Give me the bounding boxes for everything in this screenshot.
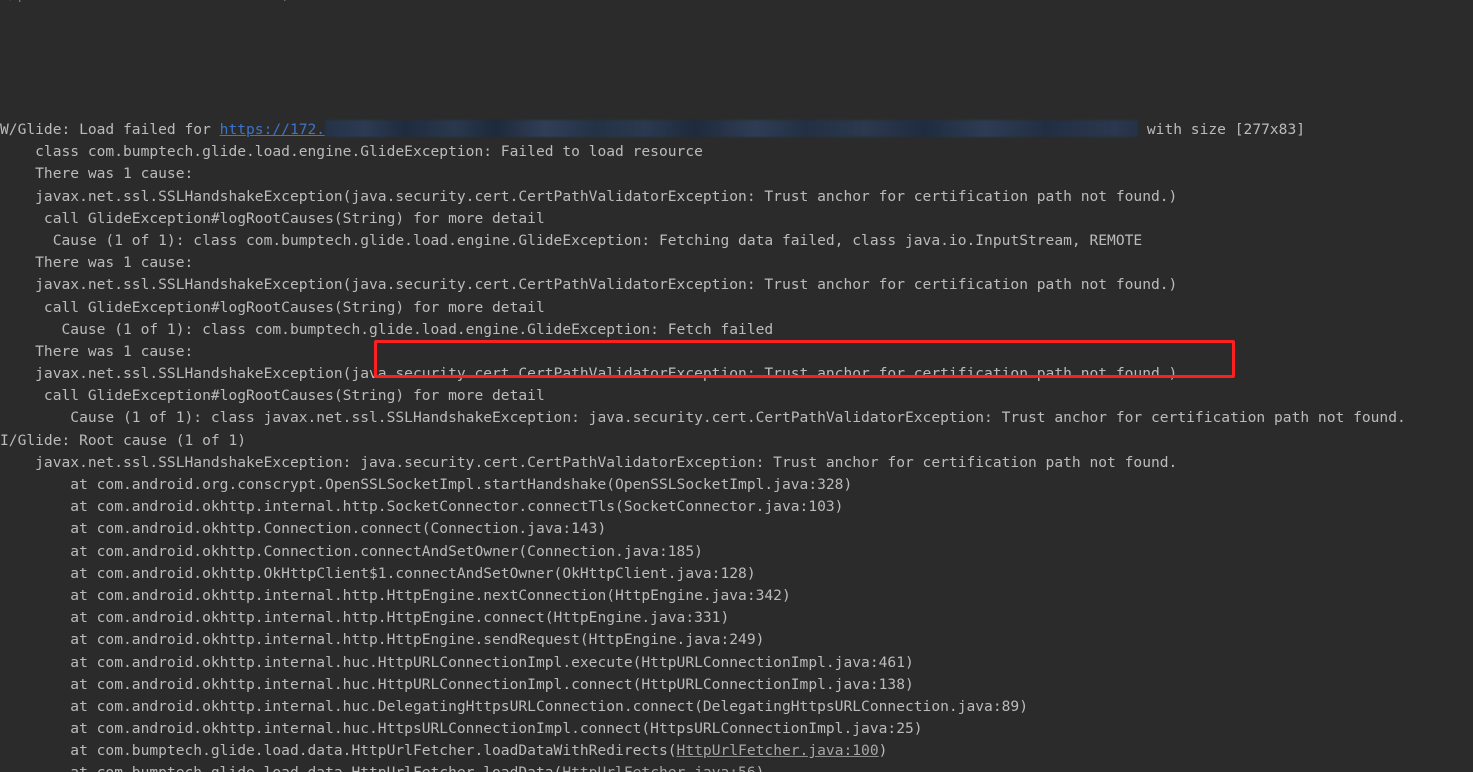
log-line: javax.net.ssl.SSLHandshakeException: jav… bbox=[0, 452, 1473, 474]
log-line-text: javax.net.ssl.SSLHandshakeException(java… bbox=[0, 276, 1178, 294]
log-line: There was 1 cause: bbox=[0, 341, 1473, 363]
log-line: at com.android.okhttp.internal.huc.Deleg… bbox=[0, 696, 1473, 718]
log-line-text: at com.bumptech.glide.load.data.HttpUrlF… bbox=[0, 764, 562, 772]
log-line: call GlideException#logRootCauses(String… bbox=[0, 208, 1473, 230]
log-line-text: Cause (1 of 1): class javax.net.ssl.SSLH… bbox=[0, 409, 1406, 427]
log-line-text: call GlideException#logRootCauses(String… bbox=[0, 298, 545, 316]
log-line-text-suffix: ) bbox=[756, 764, 765, 772]
source-file-link[interactable]: HttpUrlFetcher.java:56 bbox=[562, 764, 755, 772]
log-line: at com.android.okhttp.internal.http.Http… bbox=[0, 607, 1473, 629]
log-line-text: at com.android.okhttp.internal.http.Sock… bbox=[0, 498, 844, 516]
log-line-text: at com.android.okhttp.internal.huc.Https… bbox=[0, 720, 923, 738]
log-line: I/Glide: Root cause (1 of 1) bbox=[0, 430, 1473, 452]
log-line: at com.android.okhttp.internal.http.Http… bbox=[0, 629, 1473, 651]
log-line: at com.android.okhttp.internal.huc.Https… bbox=[0, 718, 1473, 740]
log-line-text: javax.net.ssl.SSLHandshakeException(java… bbox=[0, 365, 1178, 383]
log-line: class com.bumptech.glide.load.engine.Gli… bbox=[0, 141, 1473, 163]
log-line: at com.android.okhttp.Connection.connect… bbox=[0, 518, 1473, 540]
log-line-text: at com.android.okhttp.Connection.connect… bbox=[0, 520, 607, 538]
log-line-text: There was 1 cause: bbox=[0, 342, 194, 360]
log-line: javax.net.ssl.SSLHandshakeException(java… bbox=[0, 363, 1473, 385]
log-line-text: There was 1 cause: bbox=[0, 254, 194, 272]
log-line: at com.android.okhttp.OkHttpClient$1.con… bbox=[0, 563, 1473, 585]
log-line-text: javax.net.ssl.SSLHandshakeException(java… bbox=[0, 187, 1178, 205]
log-line-text: Cause (1 of 1): class com.bumptech.glide… bbox=[0, 231, 1143, 249]
redacted-url-region bbox=[325, 120, 1139, 138]
log-line: javax.net.ssl.SSLHandshakeException(java… bbox=[0, 274, 1473, 296]
log-line-text: at com.android.okhttp.internal.http.Http… bbox=[0, 586, 791, 604]
log-line: at com.bumptech.glide.load.data.HttpUrlF… bbox=[0, 762, 1473, 772]
log-line: Cause (1 of 1): class javax.net.ssl.SSLH… bbox=[0, 407, 1473, 429]
log-line-text: at com.android.okhttp.Connection.connect… bbox=[0, 542, 703, 560]
log-line-text: at com.android.org.conscrypt.OpenSSLSock… bbox=[0, 476, 853, 494]
log-lines-container: W/Glide: Load failed for https://172. wi… bbox=[0, 119, 1473, 772]
log-line: at com.bumptech.glide.load.data.HttpUrlF… bbox=[0, 740, 1473, 762]
logcat-console[interactable]: E/pendencdemo+ index:0xxxxx 0x0, version… bbox=[0, 0, 1473, 772]
log-line: Cause (1 of 1): class com.bumptech.glide… bbox=[0, 230, 1473, 252]
log-line-text: at com.android.okhttp.internal.http.Http… bbox=[0, 631, 765, 649]
log-line-text: at com.android.okhttp.internal.http.Http… bbox=[0, 609, 730, 627]
clipped-top-log-line: E/pendencdemo+ index:0xxxxx 0x0, version… bbox=[0, 0, 1473, 6]
log-line-text-suffix: ) bbox=[878, 742, 888, 760]
log-line: There was 1 cause: bbox=[0, 252, 1473, 274]
log-line: at com.android.okhttp.internal.huc.HttpU… bbox=[0, 652, 1473, 674]
log-line-text: at com.android.okhttp.internal.huc.Deleg… bbox=[0, 697, 1028, 715]
log-line: at com.android.okhttp.internal.http.Sock… bbox=[0, 496, 1473, 518]
log-line-text-suffix: with size [277x83] bbox=[1138, 121, 1306, 139]
log-line-text: at com.bumptech.glide.load.data.HttpUrlF… bbox=[0, 742, 677, 760]
log-line-text: I/Glide: Root cause (1 of 1) bbox=[0, 431, 247, 449]
log-line-text: class com.bumptech.glide.load.engine.Gli… bbox=[0, 143, 703, 161]
log-line-text: Cause (1 of 1): class com.bumptech.glide… bbox=[0, 320, 774, 338]
log-line-text: at com.android.okhttp.internal.huc.HttpU… bbox=[0, 653, 914, 671]
log-line: at com.android.okhttp.internal.http.Http… bbox=[0, 585, 1473, 607]
log-line-text: javax.net.ssl.SSLHandshakeException: jav… bbox=[0, 453, 1178, 471]
log-line: at com.android.org.conscrypt.OpenSSLSock… bbox=[0, 474, 1473, 496]
log-line-text: call GlideException#logRootCauses(String… bbox=[0, 387, 545, 405]
url-link[interactable]: https://172. bbox=[220, 121, 325, 138]
log-line-text: at com.android.okhttp.internal.huc.HttpU… bbox=[0, 675, 914, 693]
log-line: call GlideException#logRootCauses(String… bbox=[0, 297, 1473, 319]
log-line-text: call GlideException#logRootCauses(String… bbox=[0, 209, 545, 227]
log-line: W/Glide: Load failed for https://172. wi… bbox=[0, 119, 1473, 141]
log-line: There was 1 cause: bbox=[0, 163, 1473, 185]
log-line: at com.android.okhttp.Connection.connect… bbox=[0, 541, 1473, 563]
log-line: javax.net.ssl.SSLHandshakeException(java… bbox=[0, 186, 1473, 208]
log-line-text: at com.android.okhttp.OkHttpClient$1.con… bbox=[0, 564, 756, 582]
log-line-text: W/Glide: Load failed for bbox=[0, 121, 220, 139]
log-line: Cause (1 of 1): class com.bumptech.glide… bbox=[0, 319, 1473, 341]
log-line-text: There was 1 cause: bbox=[0, 165, 194, 183]
log-line: at com.android.okhttp.internal.huc.HttpU… bbox=[0, 674, 1473, 696]
log-line: call GlideException#logRootCauses(String… bbox=[0, 385, 1473, 407]
source-file-link[interactable]: HttpUrlFetcher.java:100 bbox=[677, 742, 879, 759]
